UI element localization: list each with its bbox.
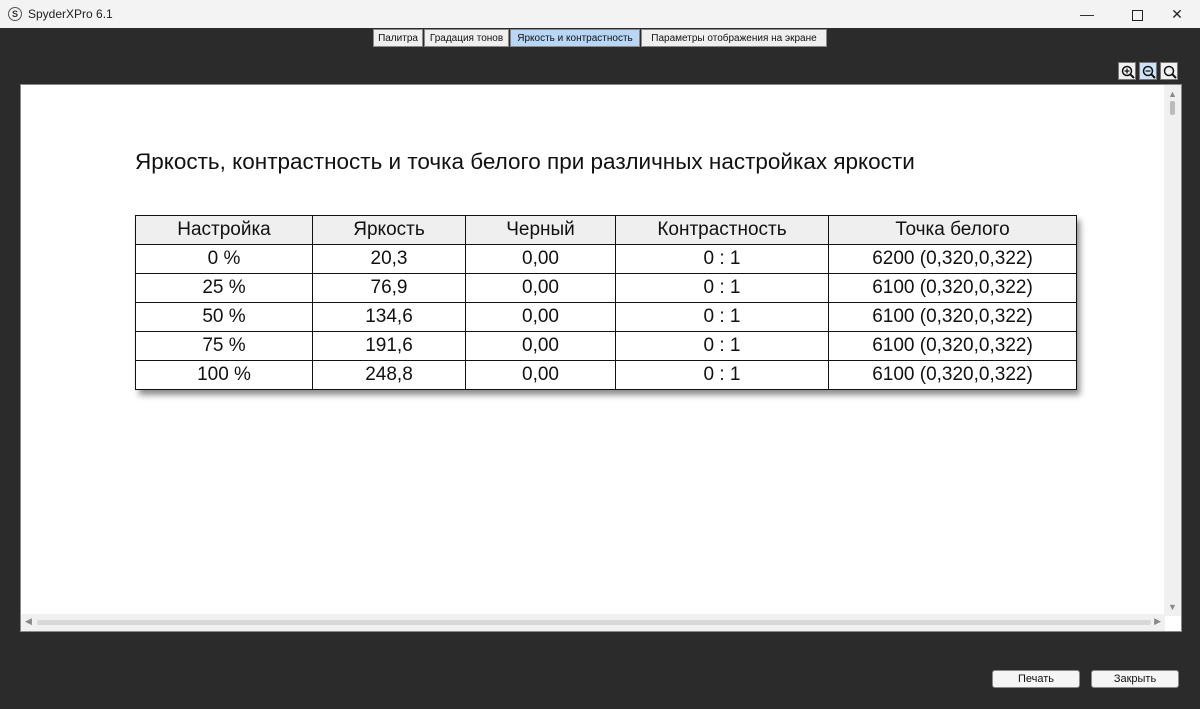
report-title: Яркость, контрастность и точка белого пр… xyxy=(135,149,915,174)
table-cell: 0,00 xyxy=(465,273,616,303)
maximize-icon xyxy=(1131,9,1143,21)
table-cell: 75 % xyxy=(135,331,313,361)
table-cell: 0 : 1 xyxy=(615,302,829,332)
column-header: Яркость xyxy=(312,215,466,245)
table-cell: 100 % xyxy=(135,360,313,390)
table-row: 75 % 191,6 0,00 0 : 1 6100 (0,320,0,322) xyxy=(135,331,1077,361)
tab-brightness-contrast[interactable]: Яркость и контрастность xyxy=(510,29,640,47)
zoom-out-icon xyxy=(1142,65,1156,79)
table-cell: 0 : 1 xyxy=(615,331,829,361)
table-cell: 0,00 xyxy=(465,360,616,390)
table-cell: 50 % xyxy=(135,302,313,332)
tab-palette[interactable]: Палитра xyxy=(373,29,423,47)
close-button[interactable]: Закрыть xyxy=(1091,670,1179,688)
column-header: Настройка xyxy=(135,215,313,245)
zoom-in-button[interactable] xyxy=(1118,62,1136,80)
print-button[interactable]: Печать xyxy=(992,670,1080,688)
table-cell: 6100 (0,320,0,322) xyxy=(828,273,1077,303)
table-cell: 6100 (0,320,0,322) xyxy=(828,331,1077,361)
footer-bar: Печать Закрыть xyxy=(0,655,1200,709)
table-row: 50 % 134,6 0,00 0 : 1 6100 (0,320,0,322) xyxy=(135,302,1077,332)
table-cell: 0 : 1 xyxy=(615,244,829,274)
zoom-fit-button[interactable] xyxy=(1160,62,1178,80)
table-header-row: Настройка Яркость Черный Контрастность Т… xyxy=(135,215,1077,245)
close-window-button[interactable]: ✕ xyxy=(1154,0,1200,28)
table-cell: 0 : 1 xyxy=(615,360,829,390)
zoom-in-icon xyxy=(1121,65,1135,79)
tab-display-settings[interactable]: Параметры отображения на экране xyxy=(641,29,827,47)
table-cell: 0,00 xyxy=(465,331,616,361)
window-title: SpyderXPro 6.1 xyxy=(28,7,113,21)
column-header: Контрастность xyxy=(615,215,829,245)
scroll-up-icon[interactable]: ▲ xyxy=(1168,89,1177,99)
table-row: 0 % 20,3 0,00 0 : 1 6200 (0,320,0,322) xyxy=(135,244,1077,274)
column-header: Точка белого xyxy=(828,215,1077,245)
vertical-scrollbar[interactable]: ▲ ▼ xyxy=(1164,85,1181,616)
app-logo-icon: S xyxy=(8,7,22,21)
table-row: 100 % 248,8 0,00 0 : 1 6100 (0,320,0,322… xyxy=(135,360,1077,390)
table-cell: 134,6 xyxy=(312,302,466,332)
scroll-left-icon[interactable]: ◀ xyxy=(25,616,32,627)
results-table-wrap: Настройка Яркость Черный Контрастность Т… xyxy=(135,215,1077,390)
tab-strip: Палитра Градация тонов Яркость и контрас… xyxy=(0,28,1200,49)
table-cell: 25 % xyxy=(135,273,313,303)
table-cell: 0 % xyxy=(135,244,313,274)
table-cell: 76,9 xyxy=(312,273,466,303)
tab-tone-gradation[interactable]: Градация тонов xyxy=(424,29,509,47)
table-cell: 0 : 1 xyxy=(615,273,829,303)
column-header: Черный xyxy=(465,215,616,245)
table-cell: 191,6 xyxy=(312,331,466,361)
results-table: Настройка Яркость Черный Контрастность Т… xyxy=(135,215,1077,390)
zoom-fit-icon xyxy=(1163,65,1177,79)
table-cell: 0,00 xyxy=(465,302,616,332)
table-cell: 6100 (0,320,0,322) xyxy=(828,302,1077,332)
table-cell: 248,8 xyxy=(312,360,466,390)
table-cell: 6200 (0,320,0,322) xyxy=(828,244,1077,274)
zoom-out-button[interactable] xyxy=(1139,62,1157,80)
minimize-button[interactable]: — xyxy=(1064,0,1110,28)
scroll-down-icon[interactable]: ▼ xyxy=(1168,602,1177,612)
table-cell: 6100 (0,320,0,322) xyxy=(828,360,1077,390)
vertical-scroll-thumb[interactable] xyxy=(1170,101,1175,115)
title-bar: S SpyderXPro 6.1 — ✕ xyxy=(0,0,1200,28)
table-cell: 0,00 xyxy=(465,244,616,274)
horizontal-scroll-thumb[interactable] xyxy=(37,620,1151,625)
scroll-right-icon[interactable]: ▶ xyxy=(1154,616,1161,627)
horizontal-scrollbar[interactable]: ◀ ▶ xyxy=(21,614,1165,631)
table-cell: 20,3 xyxy=(312,244,466,274)
table-row: 25 % 76,9 0,00 0 : 1 6100 (0,320,0,322) xyxy=(135,273,1077,303)
report-viewer: Яркость, контрастность и точка белого пр… xyxy=(20,84,1182,632)
